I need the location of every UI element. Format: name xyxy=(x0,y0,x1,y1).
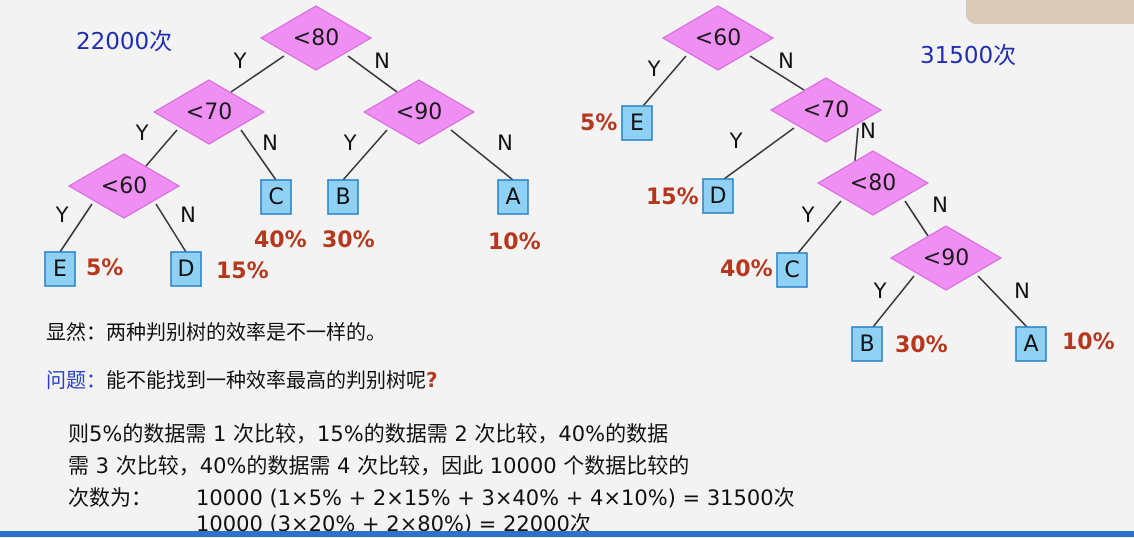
left-tree-count: 22000次 xyxy=(76,29,173,55)
right-branch-label-8: N xyxy=(1014,279,1030,303)
left-percent-1: 5% xyxy=(86,256,123,281)
left-branch-label-7: Y xyxy=(55,203,69,227)
right-leaf-c-label: C xyxy=(784,258,799,283)
calc-line-1: 则5%的数据需 1 次比较，15%的数据需 2 次比较，40%的数据 xyxy=(68,422,669,446)
left-leaf-d-label: D xyxy=(178,257,195,282)
left-leaf-e-label: E xyxy=(53,257,67,282)
right-branch-label-6: N xyxy=(932,193,948,217)
left-decision-node-1-label: <80 xyxy=(293,26,339,51)
right-decision-node-3-label: <80 xyxy=(850,171,896,196)
left-decision-node-3-label: <90 xyxy=(396,100,442,125)
left-percent-4: 30% xyxy=(322,228,375,253)
left-decision-node-4-label: <60 xyxy=(101,174,147,199)
right-leaf-a-label: A xyxy=(1023,332,1038,357)
right-percent-3: 40% xyxy=(720,257,773,282)
right-decision-node-2-label: <70 xyxy=(803,98,849,123)
left-branch-label-6: N xyxy=(497,131,513,155)
right-edge-4 xyxy=(854,127,859,162)
left-branch-label-4: N xyxy=(262,131,278,155)
right-percent-4: 30% xyxy=(895,333,948,358)
left-percent-3: 40% xyxy=(254,228,307,253)
question-label: 问题： xyxy=(46,368,106,392)
right-edge-2 xyxy=(749,55,805,91)
right-percent-2: 15% xyxy=(646,185,699,210)
left-branch-label-2: N xyxy=(374,49,390,73)
left-branch-label-3: Y xyxy=(135,121,149,145)
right-decision-node-1-label: <60 xyxy=(695,26,741,51)
right-branch-label-7: Y xyxy=(873,279,887,303)
calc-line-2: 需 3 次比较，40%的数据需 4 次比较，因此 10000 个数据比较的 xyxy=(68,454,690,478)
question-body: 能不能找到一种效率最高的判别树呢 xyxy=(106,368,426,392)
right-leaf-e-label: E xyxy=(630,111,644,136)
right-leaf-b-label: B xyxy=(859,332,874,357)
left-leaf-a-label: A xyxy=(505,185,520,210)
left-percent-2: 15% xyxy=(216,259,269,284)
left-decision-node-2-label: <70 xyxy=(186,100,232,125)
question-mark: ? xyxy=(426,368,438,392)
question-line: 问题：能不能找到一种效率最高的判别树呢? xyxy=(46,364,438,393)
bottom-accent-bar xyxy=(0,531,1134,537)
left-leaf-b-label: B xyxy=(335,185,350,210)
right-branch-label-2: N xyxy=(778,49,794,73)
left-branch-label-5: Y xyxy=(343,131,357,155)
tree-labels: <80 <70 <90 <60 E D C B A Y N Y N Y N Y N 5% 15% 40% 30% 10% <… xyxy=(53,26,1115,358)
left-percent-5: 10% xyxy=(488,230,541,255)
right-branch-label-4: N xyxy=(860,119,876,143)
left-branch-label-8: N xyxy=(180,203,196,227)
left-branch-label-1: Y xyxy=(233,49,247,73)
observation-text: 显然：两种判别树的效率是不一样的。 xyxy=(46,320,386,344)
right-edge-6 xyxy=(904,200,929,237)
right-tree-count: 31500次 xyxy=(920,43,1017,69)
left-edge-3 xyxy=(145,129,178,167)
right-branch-label-1: Y xyxy=(647,57,661,81)
right-percent-5: 10% xyxy=(1062,330,1115,355)
right-branch-label-3: Y xyxy=(729,129,743,153)
right-decision-node-4-label: <90 xyxy=(923,246,969,271)
right-branch-label-5: Y xyxy=(801,203,815,227)
right-percent-1: 5% xyxy=(580,111,617,136)
left-leaf-c-label: C xyxy=(268,185,283,210)
calc-line-3-prefix: 次数为： xyxy=(68,486,152,510)
right-leaf-d-label: D xyxy=(710,184,727,209)
